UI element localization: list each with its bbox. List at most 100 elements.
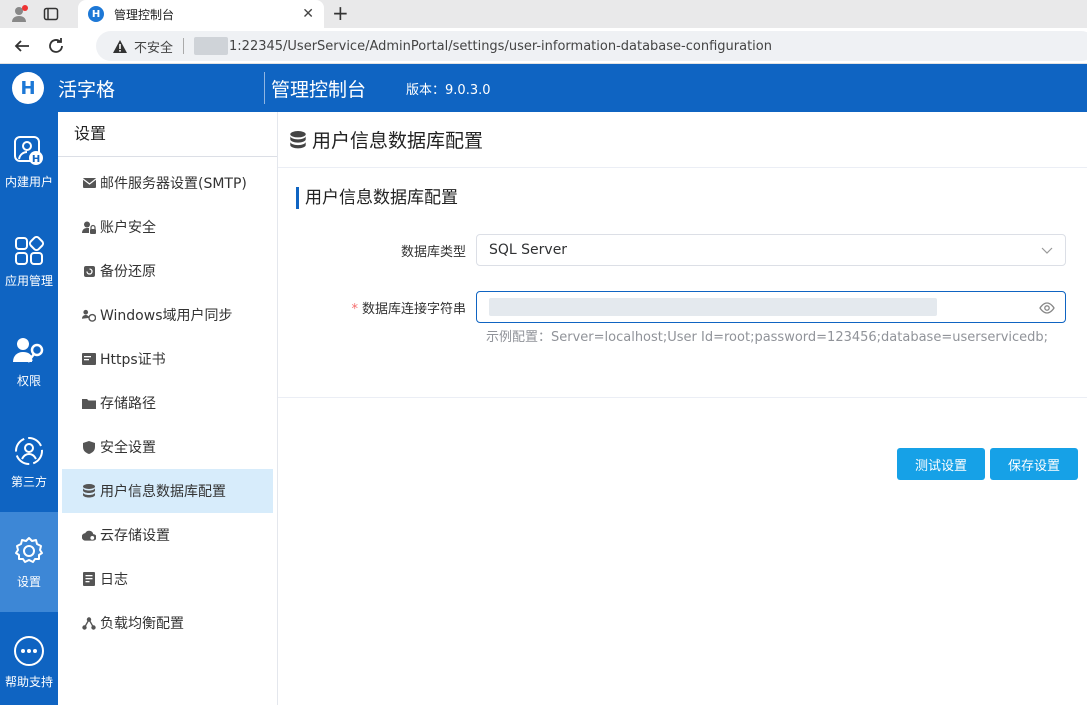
menu-item-smtp[interactable]: 邮件服务器设置(SMTP)	[62, 161, 273, 205]
backup-icon	[82, 264, 96, 278]
user-h-icon: H	[14, 135, 43, 165]
menu-title: 设置	[58, 112, 277, 157]
section-title: 用户信息数据库配置	[296, 187, 458, 209]
chevron-down-icon	[1041, 247, 1053, 254]
menu-item-cloud-storage[interactable]: 云存储设置	[62, 513, 273, 557]
menu-item-https-certificate[interactable]: Https证书	[62, 337, 273, 381]
new-tab-icon[interactable]: +	[332, 2, 349, 24]
nav-help-support[interactable]: 帮助支持	[0, 612, 58, 712]
section-divider	[278, 397, 1087, 398]
user-circle-icon	[15, 436, 43, 465]
nav-settings[interactable]: 设置	[0, 512, 58, 612]
menu-label: 用户信息数据库配置	[100, 484, 226, 500]
menu-item-logs[interactable]: 日志	[62, 557, 273, 601]
network-icon	[82, 616, 96, 630]
nav-label: 权限	[16, 373, 41, 388]
redacted-host	[194, 37, 229, 55]
menu-label: 日志	[100, 572, 128, 588]
conn-string-hint: 示例配置：Server=localhost;User Id=root;passw…	[486, 330, 1049, 345]
menu-item-load-balancing[interactable]: 负载均衡配置	[62, 601, 273, 645]
svg-text:H: H	[32, 154, 40, 165]
conn-string-input[interactable]	[476, 291, 1066, 323]
console-title: 管理控制台	[271, 78, 367, 101]
folder-icon	[82, 396, 96, 410]
db-type-row: 数据库类型 SQL Server	[278, 234, 1087, 266]
menu-item-windows-domain-sync[interactable]: Windows域用户同步	[62, 293, 273, 337]
test-settings-button[interactable]: 测试设置	[897, 448, 985, 480]
menu-label: Https证书	[100, 352, 166, 368]
tab-favicon: H	[88, 6, 104, 22]
nav-permissions[interactable]: 权限	[0, 312, 58, 412]
mail-icon	[82, 176, 96, 190]
menu-item-user-info-db-config[interactable]: 用户信息数据库配置	[62, 469, 273, 513]
nav-app-management[interactable]: 应用管理	[0, 212, 58, 312]
divider	[183, 38, 185, 54]
apps-grid-icon	[15, 235, 44, 265]
url-field[interactable]: 不安全 1:22345/UserService/AdminPortal/sett…	[96, 31, 1087, 61]
main-content: 用户信息数据库配置 用户信息数据库配置 数据库类型 SQL Server * 数据…	[278, 112, 1087, 705]
nav-label: 内建用户	[4, 174, 53, 189]
log-icon	[82, 572, 96, 586]
profile-icon[interactable]	[6, 2, 32, 26]
menu-label: 邮件服务器设置(SMTP)	[100, 176, 247, 192]
menu-item-security-settings[interactable]: 安全设置	[62, 425, 273, 469]
db-type-select[interactable]: SQL Server	[476, 234, 1066, 266]
user-lock-icon	[82, 220, 96, 234]
main-nav-rail: H 内建用户 应用管理 权限 第三方 设置 帮助支持	[0, 112, 58, 705]
settings-menu: 设置 邮件服务器设置(SMTP) 账户安全 备份还原 Windows域用户同步 …	[58, 112, 278, 705]
certificate-icon	[82, 352, 96, 366]
security-label: 不安全	[134, 40, 174, 56]
app-header: H 活字格 管理控制台 版本：9.0.3.0	[0, 64, 1087, 112]
browser-tab-strip: H 管理控制台 ✕ +	[0, 0, 1087, 28]
database-icon	[290, 130, 306, 148]
page-title-text: 用户信息数据库配置	[312, 130, 484, 152]
menu-label: 存储路径	[100, 396, 156, 412]
menu-item-backup-restore[interactable]: 备份还原	[62, 249, 273, 293]
nav-label: 设置	[16, 574, 41, 589]
required-mark: *	[351, 301, 358, 317]
nav-label: 应用管理	[4, 273, 53, 288]
brand-name: 活字格	[58, 78, 116, 101]
user-key-icon	[13, 337, 44, 363]
nav-builtin-users[interactable]: H 内建用户	[0, 112, 58, 212]
save-settings-button[interactable]: 保存设置	[990, 448, 1078, 480]
db-type-value: SQL Server	[489, 242, 568, 258]
version-label: 版本：9.0.3.0	[406, 82, 491, 98]
gear-icon	[15, 536, 43, 563]
shield-icon	[82, 440, 96, 454]
menu-item-storage-path[interactable]: 存储路径	[62, 381, 273, 425]
back-arrow-icon[interactable]	[10, 34, 34, 58]
address-bar: 不安全 1:22345/UserService/AdminPortal/sett…	[0, 28, 1087, 64]
users-sync-icon	[82, 308, 96, 322]
tab-title: 管理控制台	[114, 7, 175, 22]
security-warning[interactable]: 不安全	[112, 37, 173, 56]
close-tab-icon[interactable]: ✕	[302, 6, 314, 22]
menu-label: 云存储设置	[100, 528, 170, 544]
menu-label: 安全设置	[100, 440, 156, 456]
header-divider	[264, 72, 265, 104]
menu-label: 负载均衡配置	[100, 616, 184, 632]
conn-string-row: * 数据库连接字符串	[278, 291, 1087, 323]
menu-label: 备份还原	[100, 264, 156, 280]
cloud-icon	[82, 528, 96, 542]
more-dots-icon	[14, 635, 44, 666]
menu-item-account-security[interactable]: 账户安全	[62, 205, 273, 249]
warning-icon	[113, 39, 127, 53]
reload-icon[interactable]	[44, 34, 68, 58]
conn-string-label: * 数据库连接字符串	[278, 298, 476, 317]
database-icon	[82, 484, 96, 498]
tab-actions-icon[interactable]	[38, 2, 64, 26]
db-type-label: 数据库类型	[400, 244, 466, 260]
nav-label: 帮助支持	[4, 674, 53, 689]
url-text: 1:22345/UserService/AdminPortal/settings…	[229, 38, 772, 54]
browser-tab[interactable]: H 管理控制台 ✕	[78, 0, 324, 28]
nav-label: 第三方	[10, 474, 47, 489]
menu-label: Windows域用户同步	[100, 308, 233, 324]
redacted-connection-string	[489, 298, 937, 316]
logo-icon: H	[12, 72, 44, 104]
eye-icon[interactable]	[1039, 301, 1055, 315]
nav-third-party[interactable]: 第三方	[0, 412, 58, 512]
menu-label: 账户安全	[100, 220, 156, 236]
conn-string-label-text: 数据库连接字符串	[361, 301, 466, 317]
page-title: 用户信息数据库配置	[278, 112, 1087, 168]
